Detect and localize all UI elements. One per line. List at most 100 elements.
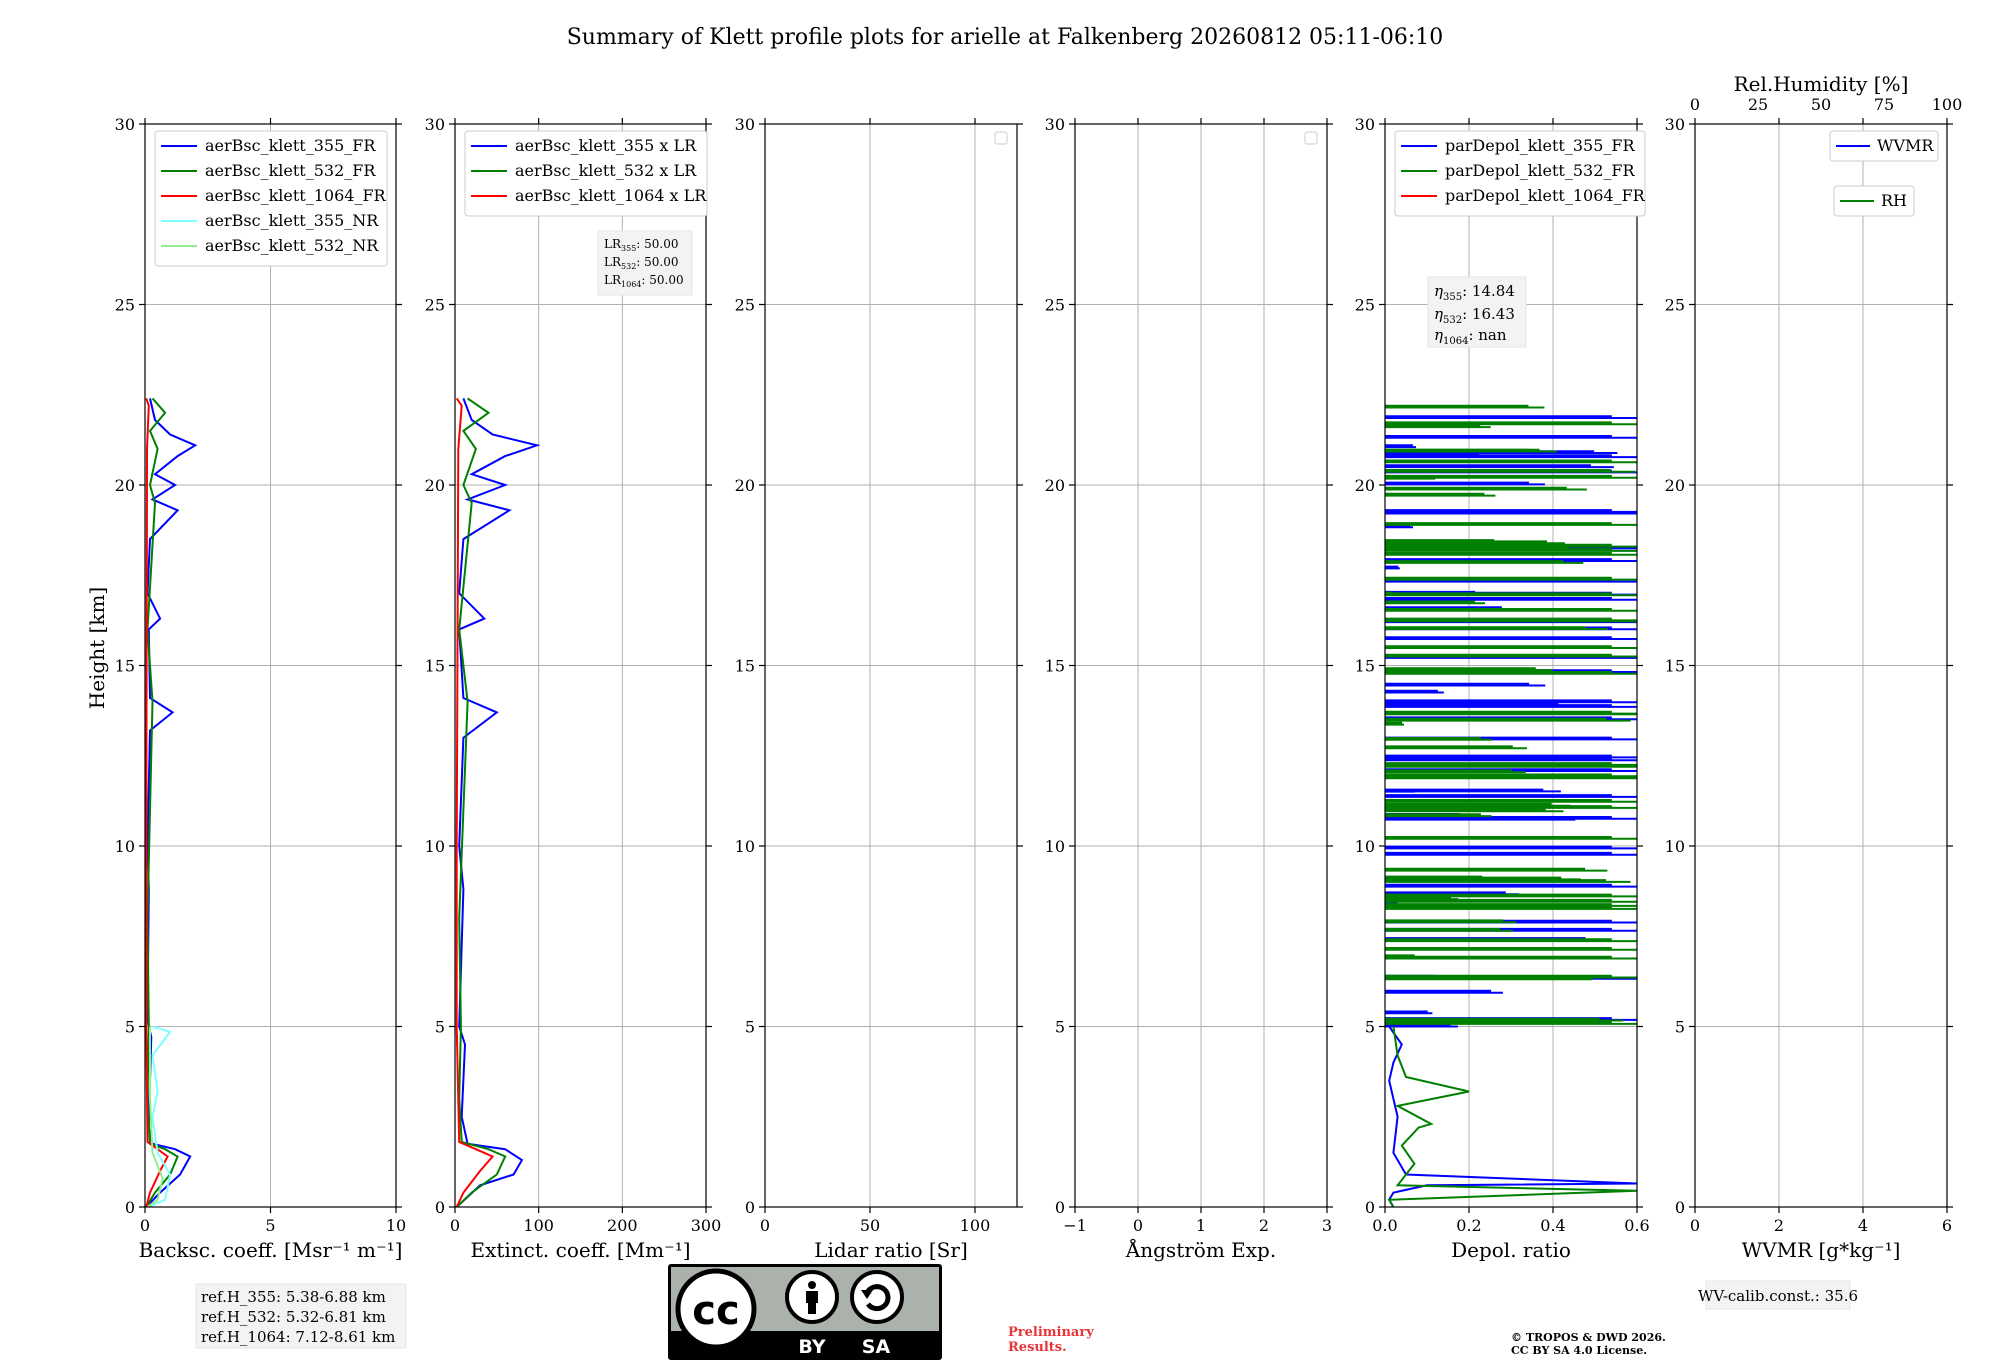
x-axis-label: Lidar ratio [Sr] [814, 1238, 968, 1262]
x-tick-label: 2 [1259, 1216, 1269, 1235]
y-tick-label: 20 [115, 476, 135, 495]
x-tick-label: 0.0 [1372, 1216, 1397, 1235]
y-tick-label: 0 [1365, 1198, 1375, 1217]
panel-angstrom: −1 0 1 2 3Ångström Exp.051015202530 [1045, 115, 1333, 1262]
series-line [1387, 1026, 1637, 1207]
y-tick-label: 10 [1665, 837, 1685, 856]
legend-entry: WVMR [1877, 136, 1934, 155]
preliminary-note-line2: Results. [1008, 1340, 1067, 1355]
y-tick-label: 0 [435, 1198, 445, 1217]
y-tick-label: 30 [1355, 115, 1375, 134]
y-tick-label: 5 [125, 1018, 135, 1037]
x-tick-label: 100 [523, 1216, 554, 1235]
x-tick-label: 50 [860, 1216, 880, 1235]
y-tick-label: 30 [425, 115, 445, 134]
y-tick-label: 10 [735, 837, 755, 856]
x-tick-label: 300 [691, 1216, 722, 1235]
legend-entry: aerBsc_klett_532_FR [205, 161, 376, 180]
x-tick-label: 10 [386, 1216, 406, 1235]
panel-lidar_ratio: 0 50 100 Lidar ratio [Sr] 0 5 10 15 20 25 30 [735, 115, 1023, 1262]
series-line [1388, 1025, 1637, 1207]
y-tick-label: 20 [735, 476, 755, 495]
y-tick-label: 20 [425, 476, 445, 495]
x-tick-label: 0.2 [1456, 1216, 1481, 1235]
x-tick-label: −1 [1063, 1216, 1087, 1235]
wv-calibration-box: WV-calib.const.: 35.6 [1698, 1280, 1858, 1310]
svg-text:ref.H_1064: 7.12-8.61 km: ref.H_1064: 7.12-8.61 km [201, 1328, 395, 1346]
x-axis-label: WVMR [g*kg⁻¹] [1742, 1238, 1901, 1262]
empty-legend-box [1304, 131, 1318, 145]
x-tick-label: 0 [760, 1216, 770, 1235]
x-tick-label: 1 [1196, 1216, 1206, 1235]
top-x-tick-label: 75 [1874, 95, 1894, 114]
top-x-tick-label: 0 [1690, 95, 1700, 114]
svg-text:BY: BY [798, 1336, 825, 1358]
x-tick-label: 0.6 [1624, 1216, 1649, 1235]
x-tick-label: 2 [1774, 1216, 1784, 1235]
x-tick-label: 3 [1322, 1216, 1332, 1235]
legend-entry: aerBsc_klett_355_FR [205, 136, 376, 155]
lidar-ratio-info-box: LR355: 50.00 LR532: 50.00 LR1064: 50.00 [597, 230, 693, 296]
y-tick-label: 15 [735, 657, 755, 676]
svg-text:LR355: 50.00: LR355: 50.00 [604, 237, 679, 253]
y-tick-label: 10 [115, 837, 135, 856]
x-axis-label: Depol. ratio [1451, 1238, 1571, 1262]
figure-title: Summary of Klett profile plots for ariel… [567, 25, 1444, 50]
x-tick-label: 0 [1690, 1216, 1700, 1235]
y-tick-label: 5 [1675, 1018, 1685, 1037]
svg-text:ref.H_532: 5.32-6.81 km: ref.H_532: 5.32-6.81 km [201, 1308, 386, 1326]
svg-text:WV-calib.const.: 35.6: WV-calib.const.: 35.6 [1698, 1287, 1858, 1305]
x-tick-label: 4 [1858, 1216, 1868, 1235]
y-tick-label: 15 [115, 657, 135, 676]
cc-icon: cc [692, 1288, 739, 1334]
y-tick-label: 0 [745, 1198, 755, 1217]
y-tick-label: 30 [1665, 115, 1685, 134]
y-tick-label: 0 [1055, 1198, 1065, 1217]
x-axis-label: Extinct. coeff. [Mm⁻¹] [470, 1238, 690, 1262]
panel-wvmr: 0 2 4 6 WVMR [g*kg⁻¹] 0 5 10 15 20 25 30 0 25 50 75 100 R… [1665, 72, 1963, 1262]
height-axis-label: Height [km] [85, 587, 109, 709]
y-tick-label: 0 [125, 1198, 135, 1217]
x-tick-label: 5 [265, 1216, 275, 1235]
top-x-tick-label: 100 [1932, 95, 1963, 114]
legend-entry: aerBsc_klett_532 x LR [515, 161, 697, 180]
series-group [145, 397, 198, 1207]
y-tick-label: 15 [1045, 657, 1065, 676]
x-axis-label: Backsc. coeff. [Msr⁻¹ m⁻¹] [139, 1238, 403, 1262]
top-x-tick-label: 50 [1811, 95, 1831, 114]
legend-entry: aerBsc_klett_1064 x LR [515, 186, 707, 205]
series-group [455, 397, 541, 1207]
y-tick-label: 25 [735, 296, 755, 315]
series-group [1385, 404, 1637, 1207]
legend-entry: parDepol_klett_1064_FR [1445, 186, 1646, 205]
depol-eta-info-box: η355: 14.84 η532: 16.43 η1064: nan [1427, 276, 1527, 348]
empty-legend-box [994, 131, 1008, 145]
svg-text:ref.H_355: 5.38-6.88 km: ref.H_355: 5.38-6.88 km [201, 1288, 386, 1306]
x-tick-label: 0 [450, 1216, 460, 1235]
svg-text:SA: SA [862, 1336, 891, 1358]
y-tick-label: 5 [435, 1018, 445, 1037]
y-tick-label: 15 [425, 657, 445, 676]
legend-entry: parDepol_klett_532_FR [1445, 161, 1636, 180]
y-tick-label: 20 [1665, 476, 1685, 495]
reference-height-box: ref.H_355: 5.38-6.88 km ref.H_532: 5.32-… [195, 1283, 407, 1349]
y-tick-label: 10 [425, 837, 445, 856]
y-tick-label: 25 [1355, 296, 1375, 315]
legend-entry: aerBsc_klett_355_NR [205, 211, 379, 230]
y-tick-label: 0 [1675, 1198, 1685, 1217]
y-tick-label: 15 [1355, 657, 1375, 676]
y-tick-label: 10 [1045, 837, 1065, 856]
y-tick-label: 15 [1665, 657, 1685, 676]
sa-share-alike-icon [850, 1270, 904, 1324]
preliminary-note: Preliminary [1008, 1325, 1094, 1340]
y-tick-label: 20 [1045, 476, 1065, 495]
x-tick-label: 100 [960, 1216, 991, 1235]
top-x-tick-label: 25 [1748, 95, 1768, 114]
svg-text:LR532: 50.00: LR532: 50.00 [604, 255, 679, 271]
y-tick-label: 25 [115, 296, 135, 315]
y-tick-label: 5 [1365, 1018, 1375, 1037]
top-x-axis-label: Rel.Humidity [%] [1734, 72, 1909, 96]
x-axis-label: Ångström Exp. [1125, 1237, 1276, 1262]
x-tick-label: 0 [1133, 1216, 1143, 1235]
y-tick-label: 30 [115, 115, 135, 134]
